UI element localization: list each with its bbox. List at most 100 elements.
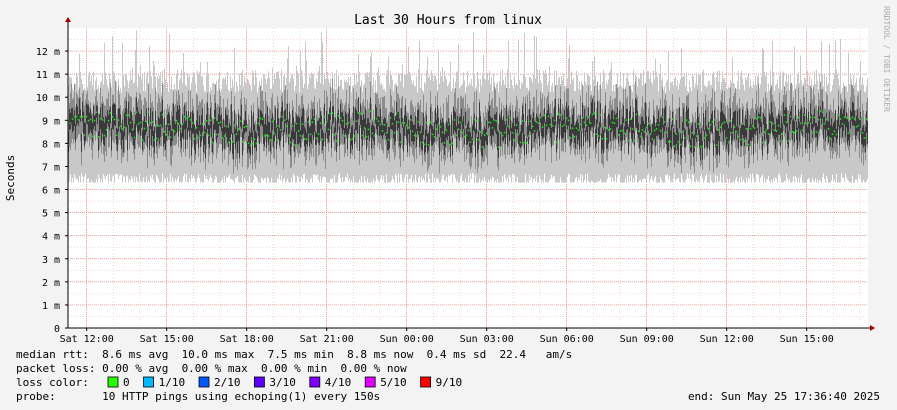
median-point bbox=[259, 117, 262, 120]
median-point bbox=[613, 122, 616, 124]
median-point bbox=[849, 117, 852, 120]
median-point bbox=[217, 122, 220, 124]
loss-swatch bbox=[364, 376, 376, 388]
median-point bbox=[541, 126, 544, 128]
median-point bbox=[189, 118, 192, 121]
median-point bbox=[767, 133, 770, 135]
median-point bbox=[453, 119, 456, 121]
median-point bbox=[505, 119, 508, 121]
x-tick-label: Sat 12:00 bbox=[60, 334, 114, 345]
median-point bbox=[537, 122, 540, 125]
median-point bbox=[701, 145, 704, 148]
median-point bbox=[835, 133, 838, 136]
median-point bbox=[351, 137, 354, 140]
median-point bbox=[221, 137, 224, 139]
median-point bbox=[227, 141, 230, 144]
median-point bbox=[303, 138, 306, 140]
median-point bbox=[821, 111, 824, 113]
median-point bbox=[567, 119, 570, 122]
median-point bbox=[331, 112, 334, 114]
loss-swatch bbox=[309, 376, 321, 388]
median-point bbox=[489, 121, 492, 124]
median-point bbox=[543, 114, 546, 117]
median-point bbox=[467, 129, 470, 132]
median-point bbox=[329, 112, 332, 115]
median-point bbox=[417, 120, 420, 123]
median-point bbox=[421, 141, 424, 144]
median-point bbox=[165, 133, 168, 136]
median-point bbox=[203, 131, 206, 134]
median-point bbox=[477, 138, 480, 141]
median-point bbox=[243, 126, 246, 128]
median-point bbox=[135, 111, 138, 113]
median-point bbox=[139, 121, 142, 124]
median-point bbox=[813, 116, 816, 119]
median-point bbox=[77, 118, 80, 121]
median-point bbox=[297, 130, 300, 132]
median-point bbox=[185, 117, 188, 120]
median-point bbox=[267, 135, 270, 137]
median-point bbox=[389, 117, 392, 119]
median-point bbox=[427, 143, 430, 146]
median-point bbox=[553, 119, 556, 122]
median-point bbox=[653, 129, 656, 132]
median-point bbox=[445, 129, 448, 132]
median-point bbox=[311, 121, 314, 124]
median-point bbox=[795, 130, 798, 132]
median-point bbox=[833, 130, 836, 133]
median-point bbox=[493, 119, 496, 122]
median-point bbox=[561, 125, 564, 127]
median-point bbox=[573, 135, 576, 138]
median-point bbox=[755, 117, 758, 120]
median-point bbox=[517, 133, 520, 136]
median-point bbox=[743, 140, 746, 142]
median-point bbox=[667, 140, 670, 143]
median-point bbox=[257, 122, 260, 125]
median-point bbox=[689, 145, 692, 148]
median-point bbox=[589, 122, 592, 124]
median-point bbox=[673, 145, 676, 148]
median-point bbox=[827, 127, 830, 130]
median-point bbox=[469, 141, 472, 143]
median-point bbox=[845, 117, 848, 119]
loss-swatch-label: 0 bbox=[123, 376, 130, 389]
median-point bbox=[251, 142, 254, 145]
median-point bbox=[599, 114, 602, 116]
median-point bbox=[525, 142, 528, 144]
median-point bbox=[687, 121, 690, 123]
median-point bbox=[711, 121, 714, 123]
median-point bbox=[415, 135, 418, 137]
median-point bbox=[363, 127, 366, 129]
median-point bbox=[747, 143, 750, 146]
median-point bbox=[611, 121, 614, 124]
median-point bbox=[335, 140, 338, 142]
median-point bbox=[395, 112, 398, 115]
median-point bbox=[391, 122, 394, 125]
median-point bbox=[269, 138, 272, 141]
median-point bbox=[501, 134, 504, 137]
median-point bbox=[669, 140, 672, 143]
median-point bbox=[699, 146, 702, 148]
median-point bbox=[231, 141, 234, 143]
median-point bbox=[549, 123, 552, 126]
median-point bbox=[233, 124, 236, 127]
median-point bbox=[175, 119, 178, 122]
median-point bbox=[523, 141, 526, 144]
median-point bbox=[149, 122, 152, 124]
median-point bbox=[491, 127, 494, 129]
median-point bbox=[365, 135, 368, 138]
median-point bbox=[187, 116, 190, 119]
median-point bbox=[447, 123, 450, 126]
median-point bbox=[785, 121, 788, 124]
median-point bbox=[585, 124, 588, 127]
y-tick-label: 5 m bbox=[42, 209, 60, 220]
median-point bbox=[287, 134, 290, 137]
median-point bbox=[723, 121, 726, 124]
x-tick-label: Sun 03:00 bbox=[460, 334, 514, 345]
median-point bbox=[639, 135, 642, 138]
median-point bbox=[623, 132, 626, 135]
median-point bbox=[509, 117, 512, 119]
median-point bbox=[693, 146, 696, 148]
median-point bbox=[859, 118, 862, 121]
median-point bbox=[787, 140, 790, 142]
